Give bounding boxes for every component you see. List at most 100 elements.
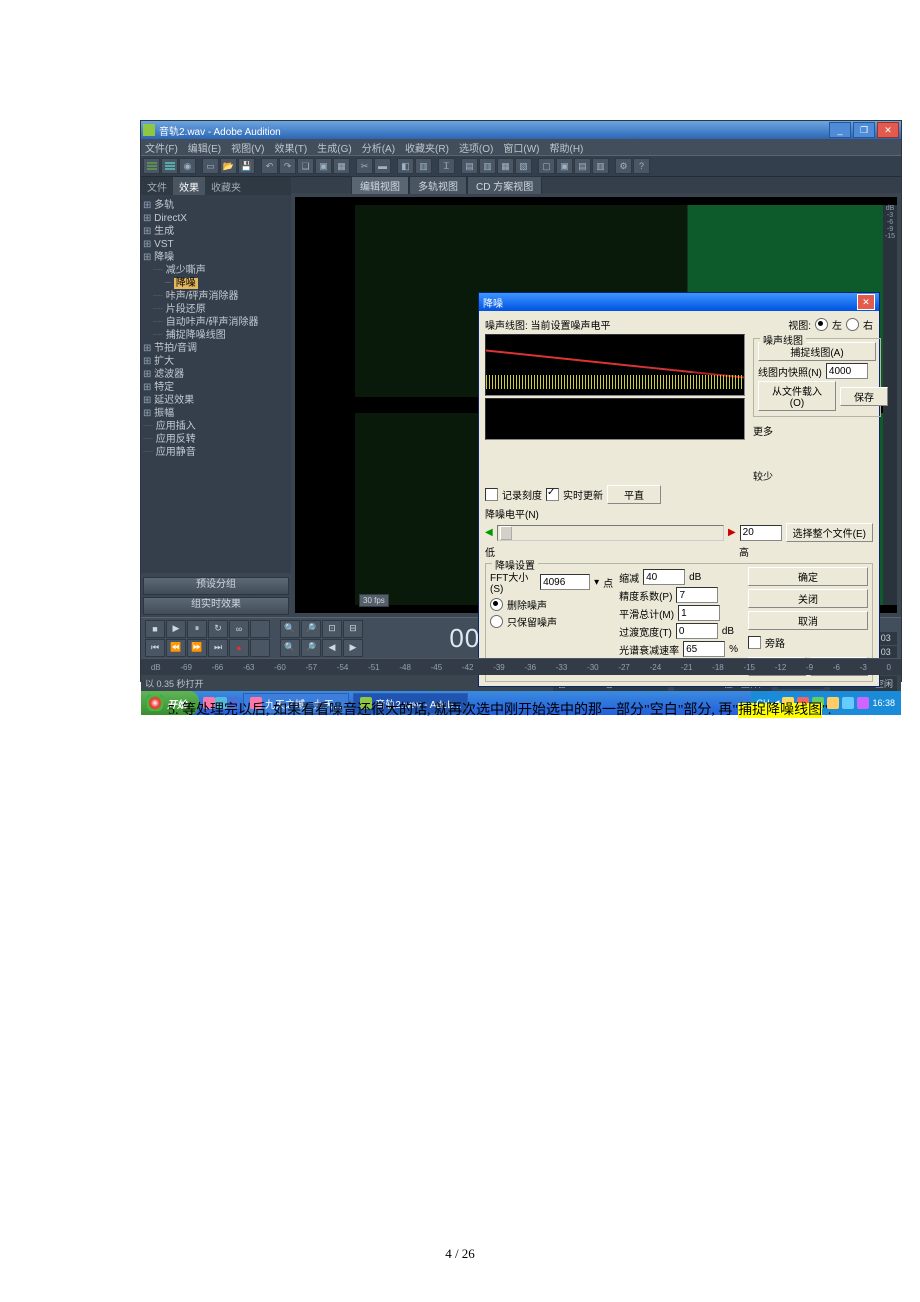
save-button[interactable]: 保存 — [840, 387, 888, 406]
noise-profile-graph[interactable] — [485, 334, 745, 396]
pause-button[interactable]: ⏸ — [187, 620, 207, 638]
tool-edit-icon[interactable] — [143, 158, 160, 174]
close-button[interactable]: ✕ — [877, 122, 899, 138]
tree-leaf[interactable]: 自动咔声/砰声消除器 — [143, 316, 289, 329]
menu-view[interactable]: 视图(V) — [231, 140, 264, 155]
viewtab-multitrack[interactable]: 多轨视图 — [409, 176, 467, 194]
log-scale-checkbox[interactable] — [485, 488, 498, 501]
select-entire-file-button[interactable]: 选择整个文件(E) — [786, 523, 873, 542]
tree-leaf[interactable]: 应用静音 — [143, 446, 289, 459]
snapshot-input[interactable] — [826, 363, 868, 379]
cancel-button[interactable]: 取消 — [748, 611, 868, 630]
play-button[interactable]: ▶ — [166, 620, 186, 638]
tree-leaf[interactable]: 片段还原 — [143, 303, 289, 316]
clock[interactable]: 16:38 — [872, 698, 895, 708]
ok-button[interactable]: 确定 — [748, 567, 868, 586]
tool-view4-icon[interactable]: ▥ — [592, 158, 609, 174]
menu-file[interactable]: 文件(F) — [145, 140, 178, 155]
viewtab-cd[interactable]: CD 方案视图 — [467, 176, 542, 194]
radio-remove-noise[interactable] — [490, 598, 503, 611]
zoom-full-icon[interactable]: ⊡ — [322, 620, 342, 638]
tool-help-icon[interactable]: ? — [633, 158, 650, 174]
zoom-in-v-icon[interactable]: 🔍 — [280, 639, 300, 657]
stop-button[interactable]: ■ — [145, 620, 165, 638]
nr-level-slider[interactable] — [497, 525, 724, 541]
zoom-out-h-icon[interactable]: 🔎 — [301, 620, 321, 638]
tool-spectral2-icon[interactable]: ▥ — [479, 158, 496, 174]
tool-redo-icon[interactable]: ↷ — [279, 158, 296, 174]
go-start-button[interactable]: ⏮ — [145, 639, 165, 657]
sidetab-files[interactable]: 文件 — [141, 177, 173, 195]
tree-leaf[interactable]: 应用插入 — [143, 420, 289, 433]
tool-cut-icon[interactable]: ▬ — [374, 158, 391, 174]
menu-edit[interactable]: 编辑(E) — [188, 140, 221, 155]
precision-input[interactable] — [676, 587, 718, 603]
tool-undo-icon[interactable]: ↶ — [261, 158, 278, 174]
menu-effects[interactable]: 效果(T) — [274, 140, 307, 155]
zoom-left-icon[interactable]: ◀ — [322, 639, 342, 657]
effects-tree[interactable]: 多轨 DirectX 生成 VST 降噪 减少嘶声 降噪 咔声/砰声消除器 片段… — [141, 195, 291, 573]
menu-favorites[interactable]: 收藏夹(R) — [405, 140, 449, 155]
tool-new-icon[interactable]: ▭ — [202, 158, 219, 174]
loop2-button[interactable]: ∞ — [229, 620, 249, 638]
dialog-title-bar[interactable]: 降噪 ✕ — [479, 293, 879, 311]
btn12[interactable] — [250, 639, 270, 657]
menu-options[interactable]: 选项(O) — [459, 140, 493, 155]
tree-node[interactable]: 扩大 — [143, 355, 289, 368]
tool-multitrack-icon[interactable] — [161, 158, 178, 174]
tool-trim-icon[interactable]: ✂ — [356, 158, 373, 174]
fft-size-input[interactable] — [540, 574, 590, 590]
realtime-effects-button[interactable]: 组实时效果 — [143, 597, 289, 615]
tree-leaf-selected[interactable]: 降噪 — [143, 277, 289, 290]
load-file-button[interactable]: 从文件载入(O) — [758, 381, 836, 411]
tool-view1-icon[interactable]: ▢ — [538, 158, 555, 174]
radio-left[interactable] — [815, 318, 828, 331]
zoom-out-v-icon[interactable]: 🔎 — [301, 639, 321, 657]
tool-cd-icon[interactable]: ◉ — [179, 158, 196, 174]
menu-window[interactable]: 窗口(W) — [503, 140, 539, 155]
viewtab-edit[interactable]: 编辑视图 — [351, 176, 409, 194]
tool-marker-icon[interactable]: ◧ — [397, 158, 414, 174]
tool-cursor-icon[interactable]: Ꮖ — [438, 158, 455, 174]
sidetab-effects[interactable]: 效果 — [173, 177, 205, 195]
tool-copy-icon[interactable]: ❏ — [297, 158, 314, 174]
go-end-button[interactable]: ⏭ — [208, 639, 228, 657]
tool-settings-icon[interactable]: ⚙ — [615, 158, 632, 174]
tree-node[interactable]: 生成 — [143, 225, 289, 238]
preset-group-button[interactable]: 预设分组 — [143, 577, 289, 595]
tree-node[interactable]: 节拍/音调 — [143, 342, 289, 355]
radio-right[interactable] — [846, 318, 859, 331]
reduce-by-input[interactable] — [643, 569, 685, 585]
tree-node[interactable]: 延迟效果 — [143, 394, 289, 407]
tool-open-icon[interactable]: 📂 — [220, 158, 237, 174]
tree-leaf[interactable]: 捕捉降噪线图 — [143, 329, 289, 342]
tool-view2-icon[interactable]: ▣ — [556, 158, 573, 174]
tool-spectral3-icon[interactable]: ▦ — [497, 158, 514, 174]
forward-button[interactable]: ⏩ — [187, 639, 207, 657]
tree-leaf[interactable]: 减少嘶声 — [143, 264, 289, 277]
zoom-in-h-icon[interactable]: 🔍 — [280, 620, 300, 638]
dropdown-icon[interactable]: ▾ — [594, 577, 599, 588]
tree-node[interactable]: 振幅 — [143, 407, 289, 420]
minimize-button[interactable]: _ — [829, 122, 851, 138]
tree-node[interactable]: VST — [143, 238, 289, 251]
tree-node[interactable]: 特定 — [143, 381, 289, 394]
tree-leaf[interactable]: 应用反转 — [143, 433, 289, 446]
tree-node[interactable]: 多轨 — [143, 199, 289, 212]
menu-generate[interactable]: 生成(G) — [317, 140, 351, 155]
sidetab-favorites[interactable]: 收藏夹 — [205, 177, 247, 195]
close-dialog-button[interactable]: 关闭 — [748, 589, 868, 608]
bypass-checkbox[interactable] — [748, 636, 761, 649]
tool-group-icon[interactable]: ▥ — [415, 158, 432, 174]
maximize-button[interactable]: ❐ — [853, 122, 875, 138]
radio-keep-noise[interactable] — [490, 615, 503, 628]
zoom-right-icon[interactable]: ▶ — [343, 639, 363, 657]
loop-button[interactable]: ↻ — [208, 620, 228, 638]
btn6[interactable] — [250, 620, 270, 638]
dialog-close-icon[interactable]: ✕ — [857, 294, 875, 310]
tree-node[interactable]: 滤波器 — [143, 368, 289, 381]
tool-spectral4-icon[interactable]: ▧ — [515, 158, 532, 174]
tool-mix-icon[interactable]: ▦ — [333, 158, 350, 174]
zoom-sel-icon[interactable]: ⊟ — [343, 620, 363, 638]
realtime-update-checkbox[interactable] — [546, 488, 559, 501]
